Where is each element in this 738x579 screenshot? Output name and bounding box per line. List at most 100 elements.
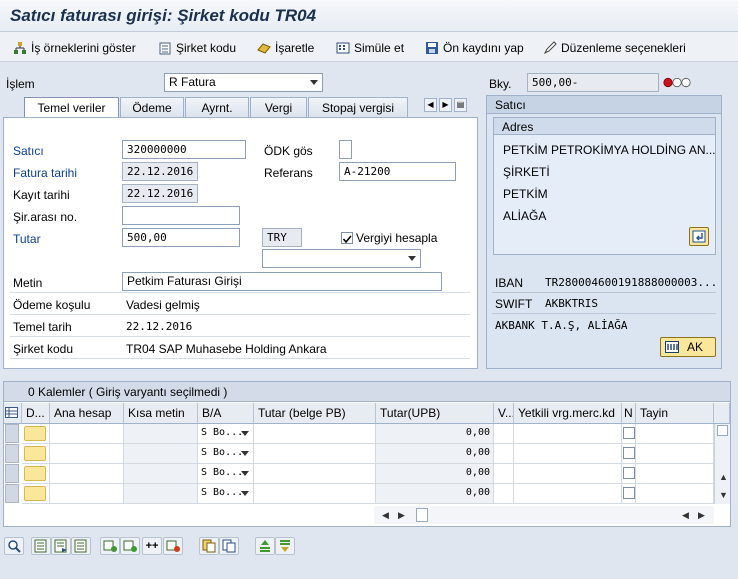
table-cell-debit-credit[interactable]: S Bo...	[198, 424, 254, 444]
scroll-left-icon[interactable]: ◀	[382, 510, 389, 521]
posting-date-field[interactable]: 22.12.2016	[122, 184, 198, 203]
table-cell-amount-local[interactable]: 0,00	[376, 444, 494, 464]
simulate-button[interactable]: Simüle et	[336, 39, 404, 57]
table-cell-amount-doc[interactable]	[254, 464, 376, 484]
scroll-left-icon[interactable]: ◀	[682, 510, 689, 521]
column-header-amount-local[interactable]: Tutar(UPB)	[376, 403, 494, 424]
column-header-short-text[interactable]: Kısa metin	[124, 403, 198, 424]
table-cell-short-text[interactable]	[124, 424, 198, 444]
duplicate-row-button[interactable]: ++	[142, 537, 162, 555]
table-cell-n[interactable]	[622, 484, 636, 504]
table-cell-short-text[interactable]	[124, 464, 198, 484]
table-cell-n[interactable]	[622, 444, 636, 464]
table-cell-assignment[interactable]	[636, 444, 714, 464]
column-header-d[interactable]: D...	[22, 403, 50, 424]
insert-row-button[interactable]	[100, 537, 120, 555]
edit-options-button[interactable]: Düzenleme seçenekleri	[543, 39, 686, 57]
table-cell-v[interactable]	[494, 464, 514, 484]
table-cell-v[interactable]	[494, 484, 514, 504]
paste-button[interactable]	[219, 537, 239, 555]
vertical-scrollbar[interactable]: ▲ ▼	[714, 424, 730, 504]
column-header-n[interactable]: N	[622, 403, 636, 424]
table-cell-tax-jurisdiction[interactable]	[514, 424, 622, 444]
deselect-all-button[interactable]	[71, 537, 91, 555]
table-cell-tax-jurisdiction[interactable]	[514, 444, 622, 464]
calculate-tax-checkbox[interactable]	[341, 232, 353, 244]
table-cell-amount-local[interactable]: 0,00	[376, 484, 494, 504]
invoice-date-field[interactable]: 22.12.2016	[122, 162, 198, 181]
select-block-button[interactable]	[51, 537, 71, 555]
delete-row-button[interactable]	[163, 537, 183, 555]
horizontal-scrollbar[interactable]: ◀ ▶ ◀ ▶	[374, 506, 714, 524]
filter-button[interactable]	[275, 537, 295, 555]
ak-button[interactable]: AK	[660, 337, 716, 357]
tab-next-icon[interactable]: ▶	[439, 98, 452, 112]
amount-input[interactable]: 500,00	[122, 228, 240, 247]
scroll-thumb[interactable]	[717, 425, 728, 436]
table-cell-debit-credit[interactable]: S Bo...	[198, 444, 254, 464]
tab-tax[interactable]: Vergi	[250, 97, 307, 117]
append-row-button[interactable]	[120, 537, 140, 555]
column-header-gl-account[interactable]: Ana hesap	[50, 403, 124, 424]
table-cell-assignment[interactable]	[636, 484, 714, 504]
table-cell-debit-credit[interactable]: S Bo...	[198, 464, 254, 484]
table-cell-tax-jurisdiction[interactable]	[514, 484, 622, 504]
table-cell-gl-account[interactable]	[50, 484, 124, 504]
tab-prev-icon[interactable]: ◀	[424, 98, 437, 112]
table-cell-d[interactable]	[22, 424, 50, 444]
row-selector[interactable]	[5, 424, 19, 443]
vendor-input[interactable]: 320000000	[122, 140, 246, 159]
tab-list-icon[interactable]: ▤	[454, 98, 467, 112]
reference-input[interactable]: A-21200	[339, 162, 456, 181]
table-cell-gl-account[interactable]	[50, 444, 124, 464]
row-checkbox[interactable]	[623, 467, 635, 479]
row-detail-button[interactable]	[24, 446, 46, 461]
copy-button[interactable]	[199, 537, 219, 555]
scroll-thumb[interactable]	[416, 508, 428, 522]
table-cell-tax-jurisdiction[interactable]	[514, 464, 622, 484]
text-input[interactable]: Petkim Faturası Girişi	[122, 272, 442, 291]
row-checkbox[interactable]	[623, 447, 635, 459]
table-cell-short-text[interactable]	[124, 484, 198, 504]
column-header-tax-jurisdiction[interactable]: Yetkili vrg.merc.kd	[514, 403, 622, 424]
cross-company-input[interactable]	[122, 206, 240, 225]
table-cell-d[interactable]	[22, 464, 50, 484]
address-edit-button[interactable]	[689, 227, 709, 246]
row-detail-button[interactable]	[24, 466, 46, 481]
tax-code-select[interactable]	[262, 249, 421, 268]
transaction-select[interactable]: R Fatura	[164, 73, 323, 92]
table-cell-short-text[interactable]	[124, 444, 198, 464]
table-cell-gl-account[interactable]	[50, 424, 124, 444]
hold-button[interactable]: İşaretle	[257, 39, 314, 57]
scroll-right-icon[interactable]: ▶	[398, 510, 405, 521]
table-cell-n[interactable]	[622, 424, 636, 444]
tab-payment[interactable]: Ödeme	[120, 97, 184, 117]
table-cell-amount-local[interactable]: 0,00	[376, 424, 494, 444]
scroll-up-icon[interactable]: ▲	[719, 472, 728, 482]
scroll-right-icon[interactable]: ▶	[698, 510, 705, 521]
tab-basic-data[interactable]: Temel veriler	[24, 97, 119, 118]
row-selector[interactable]	[5, 464, 19, 483]
select-all-button[interactable]	[31, 537, 51, 555]
table-cell-amount-doc[interactable]	[254, 424, 376, 444]
column-header-v[interactable]: V...	[494, 403, 514, 424]
company-code-button[interactable]: Şirket kodu	[158, 39, 236, 57]
table-cell-amount-local[interactable]: 0,00	[376, 464, 494, 484]
row-selector[interactable]	[5, 444, 19, 463]
column-settings-header[interactable]	[4, 403, 22, 424]
tab-withholding-tax[interactable]: Stopaj vergisi	[308, 97, 408, 117]
table-cell-amount-doc[interactable]	[254, 444, 376, 464]
item-details-button[interactable]	[4, 537, 24, 555]
column-header-debit-credit[interactable]: B/A	[198, 403, 254, 424]
column-header-amount-doc[interactable]: Tutar (belge PB)	[254, 403, 376, 424]
row-checkbox[interactable]	[623, 487, 635, 499]
odk-field[interactable]	[339, 140, 352, 159]
scroll-down-icon[interactable]: ▼	[719, 490, 728, 500]
table-cell-debit-credit[interactable]: S Bo...	[198, 484, 254, 504]
row-checkbox[interactable]	[623, 427, 635, 439]
table-cell-n[interactable]	[622, 464, 636, 484]
table-cell-assignment[interactable]	[636, 464, 714, 484]
table-cell-gl-account[interactable]	[50, 464, 124, 484]
row-selector[interactable]	[5, 484, 19, 503]
table-cell-v[interactable]	[494, 444, 514, 464]
